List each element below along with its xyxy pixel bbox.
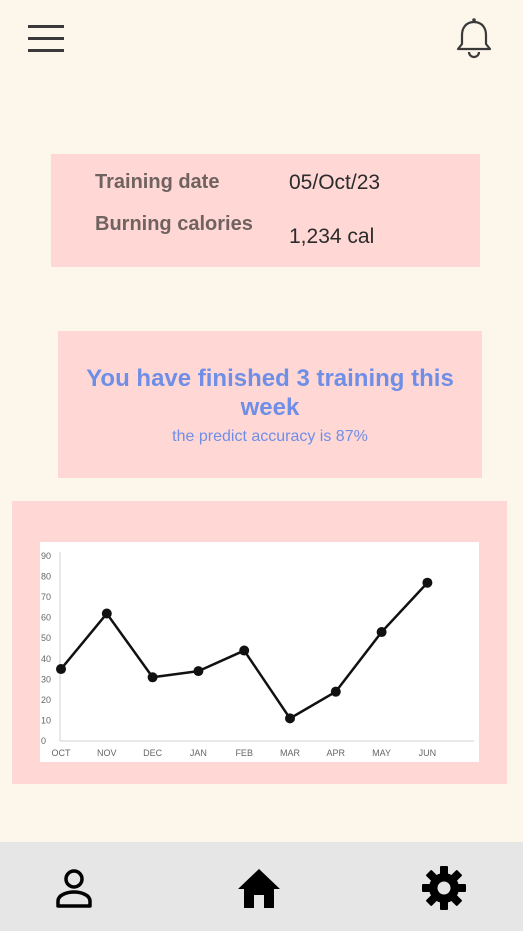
burning-calories-label: Burning calories (95, 213, 253, 235)
line-chart: 0 10 20 30 40 50 60 70 80 90 OCT NOV DEC JAN FEB MAR APR… (40, 542, 479, 762)
person-icon (56, 869, 92, 908)
line-chart-svg: 0 10 20 30 40 50 60 70 80 90 OCT NOV DEC JAN FEB MAR APR… (41, 551, 474, 758)
training-info-card: Training date 05/Oct/23 Burning calories… (51, 154, 480, 267)
training-date-value: 05/Oct/23 (289, 171, 381, 194)
y-tick-label: 90 (41, 551, 51, 561)
y-tick-label: 0 (41, 736, 46, 746)
data-point (422, 577, 433, 588)
x-tick-label: OCT (52, 748, 72, 758)
training-chart-card: 0 10 20 30 40 50 60 70 80 90 OCT NOV DEC JAN FEB MAR APR… (12, 501, 507, 784)
y-tick-label: 10 (41, 715, 51, 725)
nav-settings-button[interactable] (422, 866, 466, 910)
data-point (193, 666, 204, 677)
notification-button[interactable] (452, 16, 496, 60)
y-tick-label: 40 (41, 654, 51, 664)
x-tick-label: NOV (97, 748, 117, 758)
data-point (101, 608, 112, 619)
burning-calories-value: 1,234 cal (289, 225, 375, 248)
data-point (56, 664, 66, 675)
training-date-label: Training date (95, 171, 220, 193)
weekly-summary-card: You have finished 3 training this week t… (58, 331, 482, 478)
bell-icon (456, 18, 492, 59)
y-tick-label: 70 (41, 592, 51, 602)
data-point (147, 672, 158, 683)
bottom-navigation (0, 842, 523, 931)
data-point (239, 645, 250, 656)
home-icon (238, 869, 280, 908)
hamburger-menu-icon (28, 25, 64, 52)
gear-icon (422, 866, 466, 910)
menu-button[interactable] (24, 20, 68, 56)
data-point (376, 627, 387, 638)
prediction-accuracy-text: the predict accuracy is 87% (172, 428, 368, 445)
x-tick-label: APR (327, 748, 346, 758)
nav-profile-button[interactable] (52, 866, 96, 910)
weekly-summary-title: You have finished 3 training this week (86, 365, 454, 421)
x-tick-label: MAR (280, 748, 301, 758)
data-point (285, 713, 295, 724)
x-tick-label: JAN (190, 748, 207, 758)
data-point (330, 686, 341, 697)
y-tick-label: 30 (41, 674, 51, 684)
y-tick-label: 20 (41, 695, 51, 705)
x-tick-label: DEC (143, 748, 163, 758)
y-tick-label: 50 (41, 633, 51, 643)
x-tick-label: MAY (372, 748, 391, 758)
y-tick-label: 60 (41, 613, 51, 623)
x-tick-label: JUN (419, 748, 437, 758)
x-tick-label: FEB (235, 748, 253, 758)
y-tick-label: 80 (41, 572, 51, 582)
nav-home-button[interactable] (237, 866, 281, 910)
